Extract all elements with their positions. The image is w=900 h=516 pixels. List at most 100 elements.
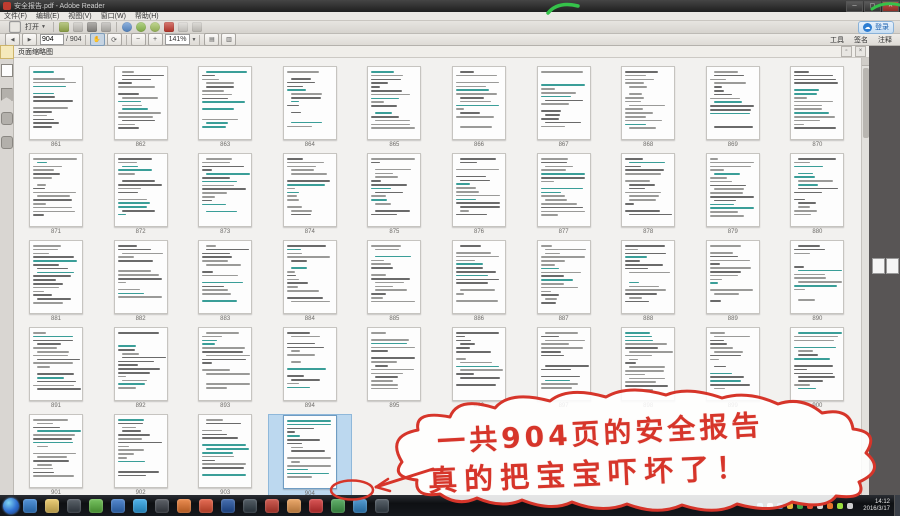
page-thumbnail-896[interactable]: 896 [437, 327, 521, 411]
page-thumbnail-902[interactable]: 902 [99, 414, 183, 495]
menu-item-view[interactable]: 视图(V) [68, 11, 91, 21]
open-folder-icon[interactable] [59, 22, 69, 32]
page-thumbnail-879[interactable]: 879 [691, 153, 775, 237]
acrobat-icon[interactable] [164, 22, 174, 32]
menu-item-help[interactable]: 帮助(H) [135, 11, 159, 21]
page-thumbnail-881[interactable]: 881 [14, 240, 98, 324]
zoom-level-value[interactable]: 141% [165, 34, 191, 45]
page-thumbnail-873[interactable]: 873 [183, 153, 267, 237]
taskbar-app-icon-8[interactable] [177, 499, 191, 513]
zoom-in-button[interactable]: + [148, 33, 163, 46]
page-thumbnail-868[interactable]: 868 [606, 66, 690, 150]
page-thumbnail-898[interactable]: 898 [606, 327, 690, 411]
tab-tools[interactable]: 工具 [830, 35, 844, 45]
select-tool-button[interactable]: ⟳ [107, 33, 122, 46]
tray-icon-10[interactable] [847, 503, 853, 509]
hand-tool-button[interactable]: ✋ [90, 33, 105, 46]
form-doc-icon[interactable] [192, 22, 202, 32]
tray-icon-3[interactable] [777, 503, 783, 509]
page-thumbnail-871[interactable]: 871 [14, 153, 98, 237]
page-thumbnail-864[interactable]: 864 [268, 66, 352, 150]
page-thumbnail-862[interactable]: 862 [99, 66, 183, 150]
page-thumbnail-867[interactable]: 867 [522, 66, 606, 150]
page-thumbnail-883[interactable]: 883 [183, 240, 267, 324]
tray-icon-7[interactable] [817, 503, 823, 509]
page-thumbnail-890[interactable]: 890 [775, 240, 859, 324]
page-thumbnail-887[interactable]: 887 [522, 240, 606, 324]
start-button[interactable] [3, 498, 19, 514]
menu-item-window[interactable]: 窗口(W) [101, 11, 126, 21]
taskbar-app-icon-5[interactable] [111, 499, 125, 513]
tray-icon-4[interactable] [787, 503, 793, 509]
close-button[interactable]: ✕ [882, 1, 899, 12]
page-thumbnail-882[interactable]: 882 [99, 240, 183, 324]
page-thumbnail-895[interactable]: 895 [352, 327, 436, 411]
page-thumbnail-900[interactable]: 900 [775, 327, 859, 411]
scrollbar-thumb[interactable] [863, 68, 869, 138]
page-thumbnail-875[interactable]: 875 [352, 153, 436, 237]
page-thumbnail-874[interactable]: 874 [268, 153, 352, 237]
bookmarks-icon[interactable] [1, 88, 13, 101]
page-thumbnail-880[interactable]: 880 [775, 153, 859, 237]
tray-icon-1[interactable] [757, 503, 763, 509]
next-page-button[interactable]: ▶ [22, 33, 37, 46]
tab-comment[interactable]: 注释 [878, 35, 892, 45]
fit-page-button[interactable]: ▤ [204, 33, 219, 46]
email-icon[interactable] [101, 22, 111, 32]
tab-sign[interactable]: 签名 [854, 35, 868, 45]
panel-close-button[interactable]: × [855, 46, 866, 57]
page-thumbnail-884[interactable]: 884 [268, 240, 352, 324]
taskbar-clock[interactable]: 14:12 2016/3/17 [863, 499, 890, 513]
page-thumbnail-877[interactable]: 877 [522, 153, 606, 237]
sign-in-button[interactable]: ☁ 登录 [858, 21, 894, 34]
page-thumbnail-889[interactable]: 889 [691, 240, 775, 324]
page-thumbnail-886[interactable]: 886 [437, 240, 521, 324]
page-thumbnail-876[interactable]: 876 [437, 153, 521, 237]
page-thumbnail-866[interactable]: 866 [437, 66, 521, 150]
taskbar-app-icon-17[interactable] [375, 499, 389, 513]
taskbar-app-icon-10[interactable] [221, 499, 235, 513]
page-thumbnail-891[interactable]: 891 [14, 327, 98, 411]
taskbar-app-icon-13[interactable] [287, 499, 301, 513]
page-thumbnails-icon[interactable] [1, 64, 13, 77]
page-thumbnail-861[interactable]: 861 [14, 66, 98, 150]
menu-item-file[interactable]: 文件(F) [4, 11, 27, 21]
open-file-button[interactable]: 打开 ▼ [3, 21, 50, 34]
taskbar-app-icon-2[interactable] [45, 499, 59, 513]
taskbar-app-icon-15[interactable] [331, 499, 345, 513]
page-thumbnail-872[interactable]: 872 [99, 153, 183, 237]
panel-menu-button[interactable]: ▫ [841, 46, 852, 57]
page-thumbnail-893[interactable]: 893 [183, 327, 267, 411]
taskbar-app-icon-16[interactable] [353, 499, 367, 513]
taskbar-app-icon-3[interactable] [67, 499, 81, 513]
share-globe-icon[interactable] [122, 22, 132, 32]
taskbar-app-icon-4[interactable] [89, 499, 103, 513]
export-doc-icon[interactable] [178, 22, 188, 32]
taskbar-app-icon-12[interactable] [265, 499, 279, 513]
page-thumbnail-870[interactable]: 870 [775, 66, 859, 150]
page-thumbnail-894[interactable]: 894 [268, 327, 352, 411]
print-icon[interactable] [87, 22, 97, 32]
page-number-input[interactable] [40, 34, 64, 45]
taskbar-app-icon-1[interactable] [23, 499, 37, 513]
page-thumbnail-865[interactable]: 865 [352, 66, 436, 150]
page-thumbnail-888[interactable]: 888 [606, 240, 690, 324]
panel-scrollbar[interactable] [861, 58, 869, 495]
two-page-view-button[interactable]: ▥ [221, 33, 236, 46]
minimize-button[interactable]: ─ [846, 1, 863, 12]
taskbar-app-icon-7[interactable] [155, 499, 169, 513]
signatures-icon[interactable] [1, 136, 13, 149]
comment-icon[interactable] [136, 22, 146, 32]
page-thumbnail-899[interactable]: 899 [691, 327, 775, 411]
page-thumbnail-904[interactable]: 904 [268, 414, 352, 495]
tray-icon-9[interactable] [837, 503, 843, 509]
page-thumbnail-903[interactable]: 903 [183, 414, 267, 495]
save-icon[interactable] [73, 22, 83, 32]
page-thumbnail-892[interactable]: 892 [99, 327, 183, 411]
zoom-out-button[interactable]: − [131, 33, 146, 46]
page-thumbnail-885[interactable]: 885 [352, 240, 436, 324]
page-thumbnail-878[interactable]: 878 [606, 153, 690, 237]
page-thumbnail-897[interactable]: 897 [522, 327, 606, 411]
tray-icon-8[interactable] [827, 503, 833, 509]
tray-icon-5[interactable] [797, 503, 803, 509]
